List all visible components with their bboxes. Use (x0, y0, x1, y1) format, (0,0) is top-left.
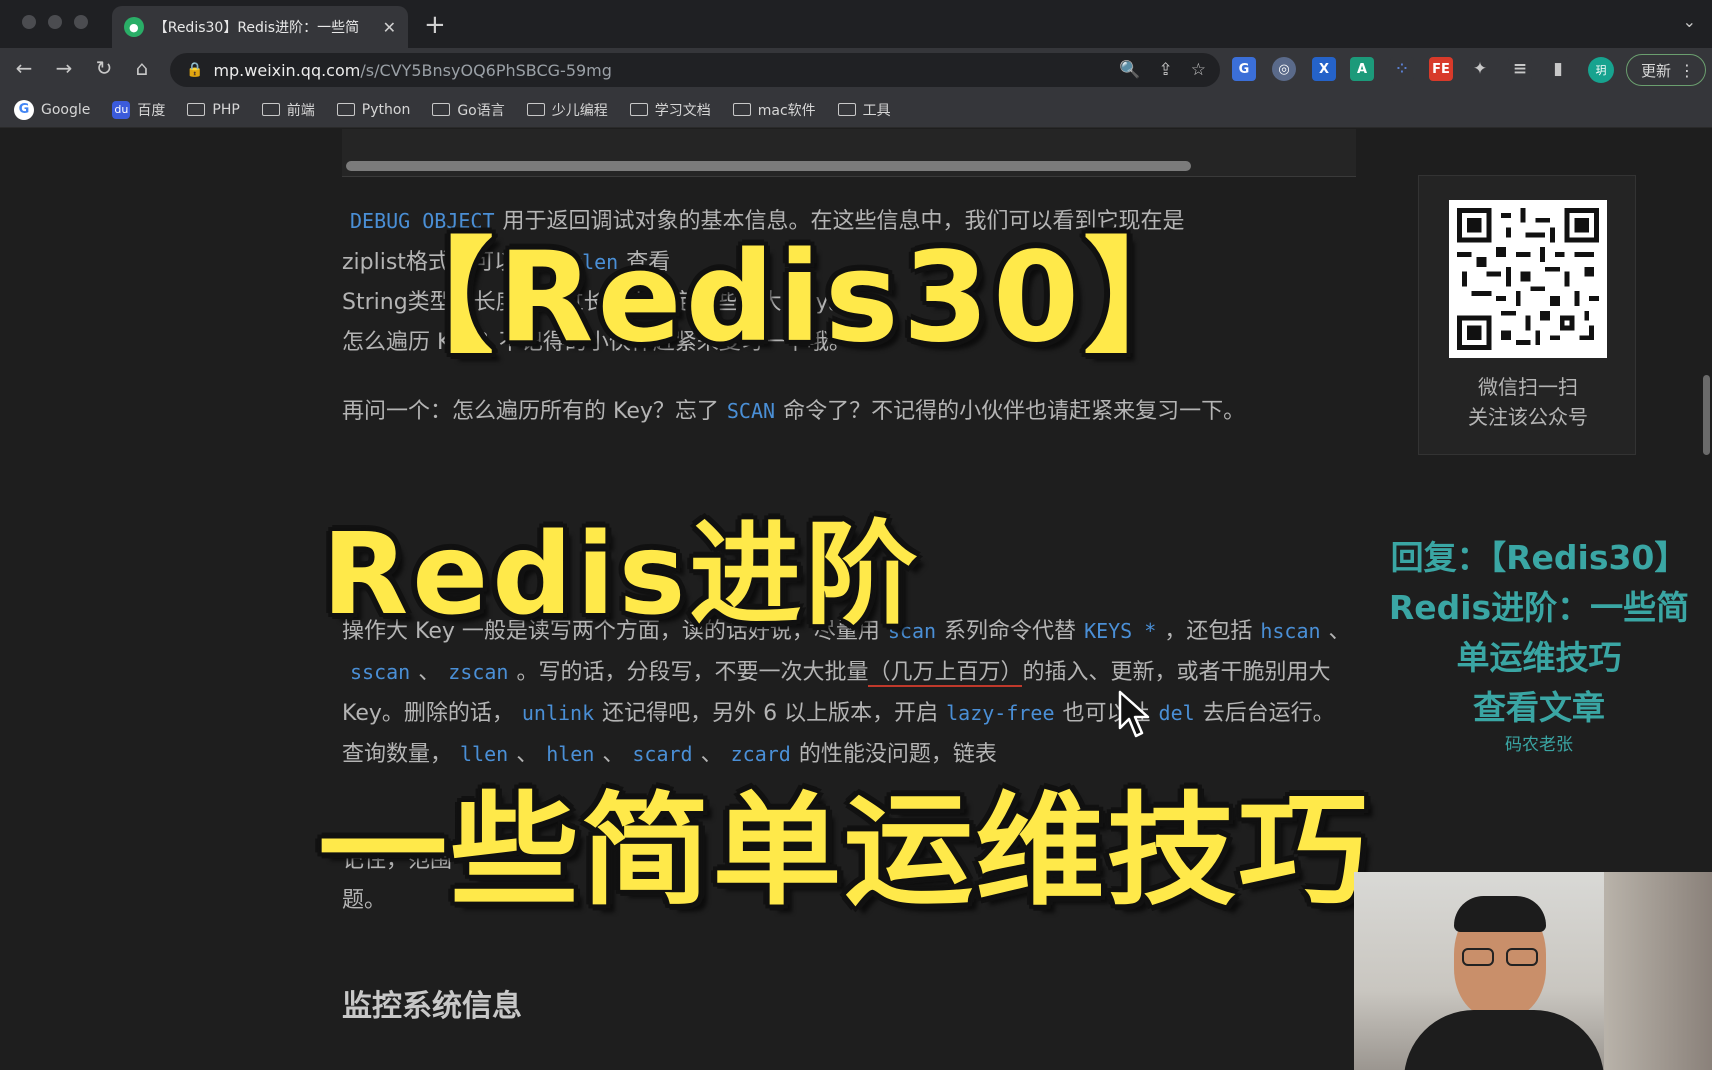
glasses-icon (1462, 948, 1540, 966)
bookmark-folder-tools[interactable]: 工具 (837, 100, 891, 120)
address-bar[interactable]: 🔒 mp.weixin.qq.com/s/CVY5BnsyOQ6PhSBCG-5… (170, 53, 1220, 87)
scrollbar-thumb[interactable] (1703, 375, 1710, 455)
bookmark-folder-python[interactable]: Python (336, 102, 410, 118)
promo-text: 回复：【Redis30】 Redis进阶：一些简 单运维技巧 查看文章 码农老张 (1388, 538, 1690, 755)
reload-icon[interactable]: ↻ (90, 56, 118, 80)
overlay-title-series: 【Redis30】 (370, 226, 1212, 370)
folder-icon (261, 103, 280, 116)
browser-toolbar: ← → ↻ ⌂ 🔒 mp.weixin.qq.com/s/CVY5BnsyOQ6… (0, 48, 1712, 92)
update-button[interactable]: 更新 ⋮ (1626, 54, 1706, 86)
puzzle-icon[interactable]: ✦ (1468, 57, 1492, 81)
forward-icon[interactable]: → (50, 56, 78, 80)
folder-icon (732, 103, 751, 116)
side-panel-icon[interactable]: ▮ (1546, 57, 1570, 81)
tab-strip: ● 【Redis30】Redis进阶：一些简 ✕ + ⌄ (0, 0, 1712, 48)
home-icon[interactable]: ⌂ (128, 56, 156, 80)
bookmark-folder-frontend[interactable]: 前端 (261, 100, 315, 120)
close-window-button[interactable] (22, 15, 36, 29)
qr-caption: 微信扫一扫 关注该公众号 (1468, 375, 1588, 429)
extension-fe-icon[interactable]: FE (1429, 57, 1453, 81)
close-tab-icon[interactable]: ✕ (383, 18, 396, 37)
folder-icon (526, 103, 545, 116)
google-icon: G (14, 99, 34, 120)
inline-code: SCAN (726, 399, 776, 423)
active-tab[interactable]: ● 【Redis30】Redis进阶：一些简 ✕ (112, 6, 408, 48)
webcam-overlay (1354, 872, 1712, 1070)
extension-circle-icon[interactable]: ◎ (1272, 57, 1296, 81)
mouse-cursor-icon (1118, 690, 1150, 738)
update-label: 更新 (1641, 61, 1672, 80)
google-translate-icon[interactable]: G (1232, 57, 1256, 81)
window-controls[interactable] (22, 15, 88, 29)
wechat-icon: ● (124, 17, 144, 37)
extension-grid-icon[interactable]: ⁘ (1390, 57, 1414, 81)
bookmark-folder-php[interactable]: PHP (187, 102, 240, 118)
folder-icon (336, 103, 355, 116)
qr-code (1449, 200, 1607, 358)
lock-icon[interactable]: 🔒 (186, 62, 203, 78)
extension-x-icon[interactable]: X (1312, 57, 1336, 81)
star-icon[interactable]: ☆ (1191, 60, 1206, 80)
bookmark-folder-kids-coding[interactable]: 少儿编程 (526, 100, 608, 120)
bookmark-google[interactable]: G Google (14, 99, 90, 120)
bookmark-folder-go[interactable]: Go语言 (432, 100, 505, 120)
code-horizontal-scrollbar[interactable] (346, 161, 1191, 171)
paragraph-scan: 再问一个：怎么遍历所有的 Key？忘了 SCAN 命令了？不记得的小伙伴也请赶紧来复… (342, 399, 1246, 424)
chevron-down-icon[interactable]: ⌄ (1683, 12, 1696, 31)
section-heading: 监控系统信息 (342, 989, 522, 1024)
bookmark-folder-docs[interactable]: 学习文档 (629, 100, 711, 120)
zoom-icon[interactable]: 🔍 (1119, 60, 1140, 80)
share-icon[interactable]: ⇪ (1159, 60, 1173, 80)
url-path: /s/CVY5BnsyOQ6PhSBCG-59mg (360, 60, 612, 80)
folder-icon (837, 103, 856, 116)
menu-dots-icon[interactable]: ⋮ (1679, 61, 1695, 80)
baidu-icon: du (112, 100, 131, 119)
overlay-title-sub: 一些简单运维技巧 (318, 780, 1370, 922)
folder-icon (432, 103, 451, 116)
reading-list-icon[interactable]: ≡ (1508, 57, 1532, 81)
new-tab-icon[interactable]: + (424, 10, 446, 40)
bookmarks-bar: G Google du 百度 PHP 前端 Python Go语言 少儿编程 学习文… (0, 92, 1712, 128)
folder-icon (187, 103, 206, 116)
bookmark-baidu[interactable]: du 百度 (112, 100, 165, 120)
qr-card: 微信扫一扫 关注该公众号 (1418, 175, 1636, 455)
zoom-window-button[interactable] (74, 15, 88, 29)
folder-icon (629, 103, 648, 116)
minimize-window-button[interactable] (48, 15, 62, 29)
back-icon[interactable]: ← (10, 56, 38, 80)
profile-avatar[interactable]: 玥 (1588, 57, 1614, 83)
extension-a-icon[interactable]: A (1350, 57, 1374, 81)
url-host: mp.weixin.qq.com (213, 60, 361, 80)
bookmark-folder-mac[interactable]: mac软件 (732, 100, 816, 120)
underlined-text: （几万上百万） (868, 660, 1023, 687)
overlay-title-main: Redis进阶 (322, 510, 922, 640)
tab-title: 【Redis30】Redis进阶：一些简 (153, 20, 360, 36)
